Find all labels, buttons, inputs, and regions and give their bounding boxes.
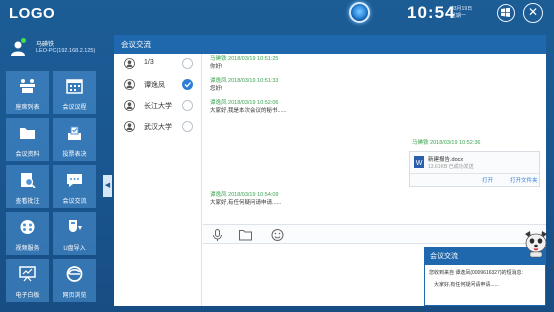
tile-label: 会议资料 bbox=[15, 152, 40, 158]
calendar-icon bbox=[66, 79, 83, 94]
vote-icon bbox=[68, 126, 81, 140]
message-sender: 马碘铁 2018/03/19 10:51:25 bbox=[210, 56, 279, 62]
tile-chat[interactable]: 会议交流 bbox=[53, 165, 96, 208]
member-count: 1/3 bbox=[144, 59, 154, 66]
svg-text:W: W bbox=[416, 160, 423, 167]
collapse-sidebar-button[interactable]: ◀ bbox=[103, 175, 112, 197]
windows-icon bbox=[501, 7, 510, 17]
tile-materials[interactable]: 会议资料 bbox=[6, 118, 49, 161]
tile-whiteboard[interactable]: 电子白板 bbox=[6, 259, 49, 302]
message-text: 大家好,有任何疑问请申请...... bbox=[210, 200, 282, 206]
online-status-dot bbox=[21, 38, 26, 43]
chat-icon bbox=[67, 174, 82, 187]
tile-label: U盘导入 bbox=[63, 246, 86, 252]
chat-message: 谭逸凤 2018/03/19 10:52:06 大家好,我是本次会议的秘书...… bbox=[210, 100, 287, 116]
tile-seating[interactable]: 座席列表 bbox=[6, 71, 49, 114]
chat-message: 马碘铁 2018/03/19 10:52:36 bbox=[412, 140, 481, 147]
tile-label: 视频服务 bbox=[15, 246, 40, 252]
video-icon bbox=[20, 220, 35, 234]
open-file-link[interactable]: 打开 bbox=[482, 176, 493, 184]
emoji-icon[interactable] bbox=[271, 229, 284, 241]
tile-label: 座席列表 bbox=[15, 105, 40, 111]
whiteboard-icon bbox=[19, 266, 36, 282]
member-list: 1/3 谭逸凤 长江大学 武汉大学 bbox=[114, 54, 202, 306]
member-checkbox[interactable] bbox=[182, 121, 193, 132]
logo: LOGO bbox=[9, 5, 56, 22]
clock-time: 10:54 bbox=[407, 3, 456, 22]
message-text: 大家好,我是本次会议的秘书...... bbox=[210, 108, 287, 114]
mic-icon[interactable] bbox=[211, 229, 224, 241]
chat-message: 谭逸凤 2018/03/19 10:51:33 您好! bbox=[210, 78, 279, 94]
member-count-row[interactable]: 1/3 bbox=[114, 54, 202, 75]
user-icon bbox=[124, 58, 135, 69]
member-item[interactable]: 谭逸凤 bbox=[114, 75, 202, 96]
folder-icon[interactable] bbox=[239, 229, 252, 241]
message-sender: 马碘铁 2018/03/19 10:52:36 bbox=[412, 140, 481, 146]
user-icon bbox=[124, 121, 135, 132]
divider bbox=[410, 173, 539, 174]
member-checkbox[interactable] bbox=[182, 100, 193, 111]
tile-vote[interactable]: 投票表决 bbox=[53, 118, 96, 161]
member-name: 谭逸凤 bbox=[144, 82, 165, 89]
open-folder-link[interactable]: 打开文件夹 bbox=[510, 176, 538, 184]
member-name: 武汉大学 bbox=[144, 124, 172, 131]
weekday-text: 星期一 bbox=[451, 13, 467, 19]
folder-icon bbox=[20, 128, 35, 139]
date-text: 03月19日 bbox=[451, 6, 473, 12]
user-host: LEO-PC(192.168.2.125) bbox=[36, 48, 96, 54]
file-attachment-card: W 新建报告.docx 13.61KB 已成功发送 打开 打开文件夹 bbox=[409, 151, 540, 187]
check-icon bbox=[184, 82, 191, 88]
select-all-checkbox[interactable] bbox=[182, 58, 193, 69]
tile-agenda[interactable]: 会议议程 bbox=[53, 71, 96, 114]
top-bar: LOGO 10:54 03月19日 星期一 ✕ bbox=[0, 0, 554, 30]
member-name: 长江大学 bbox=[144, 103, 172, 110]
mascot-dog-icon bbox=[525, 231, 547, 258]
chat-messages: 马碘铁 2018/03/19 10:51:25 你好! 谭逸凤 2018/03/… bbox=[203, 54, 546, 224]
user-icon bbox=[124, 79, 135, 90]
message-sender: 谭逸凤 2018/03/19 10:51:33 bbox=[210, 78, 279, 84]
window-title: 会议交流 bbox=[114, 35, 546, 54]
word-document-icon: W bbox=[414, 156, 424, 168]
chat-message: 谭逸凤 2018/03/19 10:54:09 大家好,有任何疑问请申请....… bbox=[210, 192, 281, 208]
tile-label: 投票表决 bbox=[62, 152, 87, 158]
tile-browser[interactable]: 网页浏览 bbox=[53, 259, 96, 302]
tile-label: 会议交流 bbox=[62, 199, 87, 205]
notification-line1: 您收到来自 谭逸凤(0009616327)的短消息: bbox=[429, 270, 523, 276]
home-orb-button[interactable] bbox=[349, 2, 370, 23]
browser-icon bbox=[66, 266, 83, 282]
message-text: 你好! bbox=[210, 64, 223, 70]
message-sender: 谭逸凤 2018/03/19 10:52:06 bbox=[210, 100, 279, 106]
tile-label: 查看批注 bbox=[15, 199, 40, 205]
member-item[interactable]: 长江大学 bbox=[114, 96, 202, 117]
input-toolbar bbox=[203, 224, 546, 244]
windows-logo-button[interactable] bbox=[497, 4, 515, 22]
chat-message: 马碘铁 2018/03/19 10:51:25 你好! bbox=[210, 56, 279, 72]
seating-icon bbox=[20, 79, 35, 93]
tile-label: 网页浏览 bbox=[62, 293, 87, 299]
annotation-icon bbox=[21, 173, 36, 188]
tile-label: 会议议程 bbox=[62, 105, 87, 111]
message-text: 您好! bbox=[210, 86, 223, 92]
tile-label: 电子白板 bbox=[15, 293, 40, 299]
tile-annotation[interactable]: 查看批注 bbox=[6, 165, 49, 208]
message-sender: 谭逸凤 2018/03/19 10:54:09 bbox=[210, 192, 279, 198]
usb-icon bbox=[69, 220, 82, 232]
tile-usb[interactable]: U盘导入 bbox=[53, 212, 96, 255]
file-info: 13.61KB 已成功发送 bbox=[428, 164, 474, 170]
user-icon bbox=[124, 100, 135, 111]
file-name: 新建报告.docx bbox=[428, 157, 464, 163]
user-name: 马碘铁 bbox=[36, 42, 55, 48]
member-checkbox-checked[interactable] bbox=[182, 79, 193, 90]
close-button[interactable]: ✕ bbox=[523, 3, 543, 23]
member-item[interactable]: 武汉大学 bbox=[114, 117, 202, 138]
clock-date: 03月19日 星期一 bbox=[451, 6, 472, 20]
tile-video[interactable]: 视频服务 bbox=[6, 212, 49, 255]
notification-line2: 大家好,有任何疑问请申请...... bbox=[434, 282, 499, 288]
